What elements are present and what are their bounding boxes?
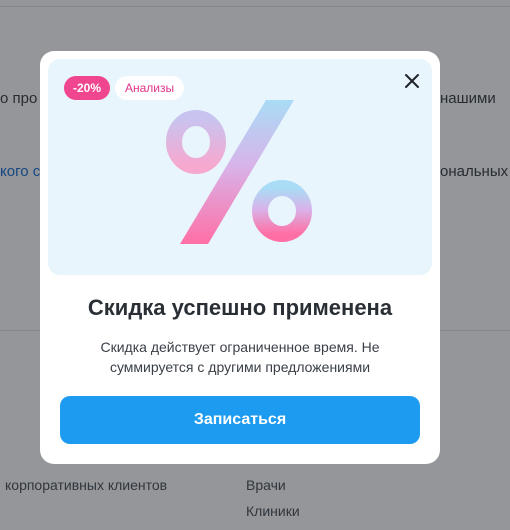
discount-badge: -20%	[64, 76, 111, 100]
modal-title: Скидка успешно применена	[87, 295, 393, 320]
close-button[interactable]	[400, 69, 424, 93]
discount-modal: -20% Анализы Скидка успешно применена Ск…	[40, 51, 440, 464]
category-badge: Анализы	[115, 76, 185, 100]
modal-description: Скидка действует ограниченное время. Не …	[100, 339, 380, 375]
close-icon	[405, 74, 419, 88]
hero-banner: -20% Анализы	[48, 59, 432, 275]
book-button[interactable]: Записаться	[60, 396, 420, 444]
